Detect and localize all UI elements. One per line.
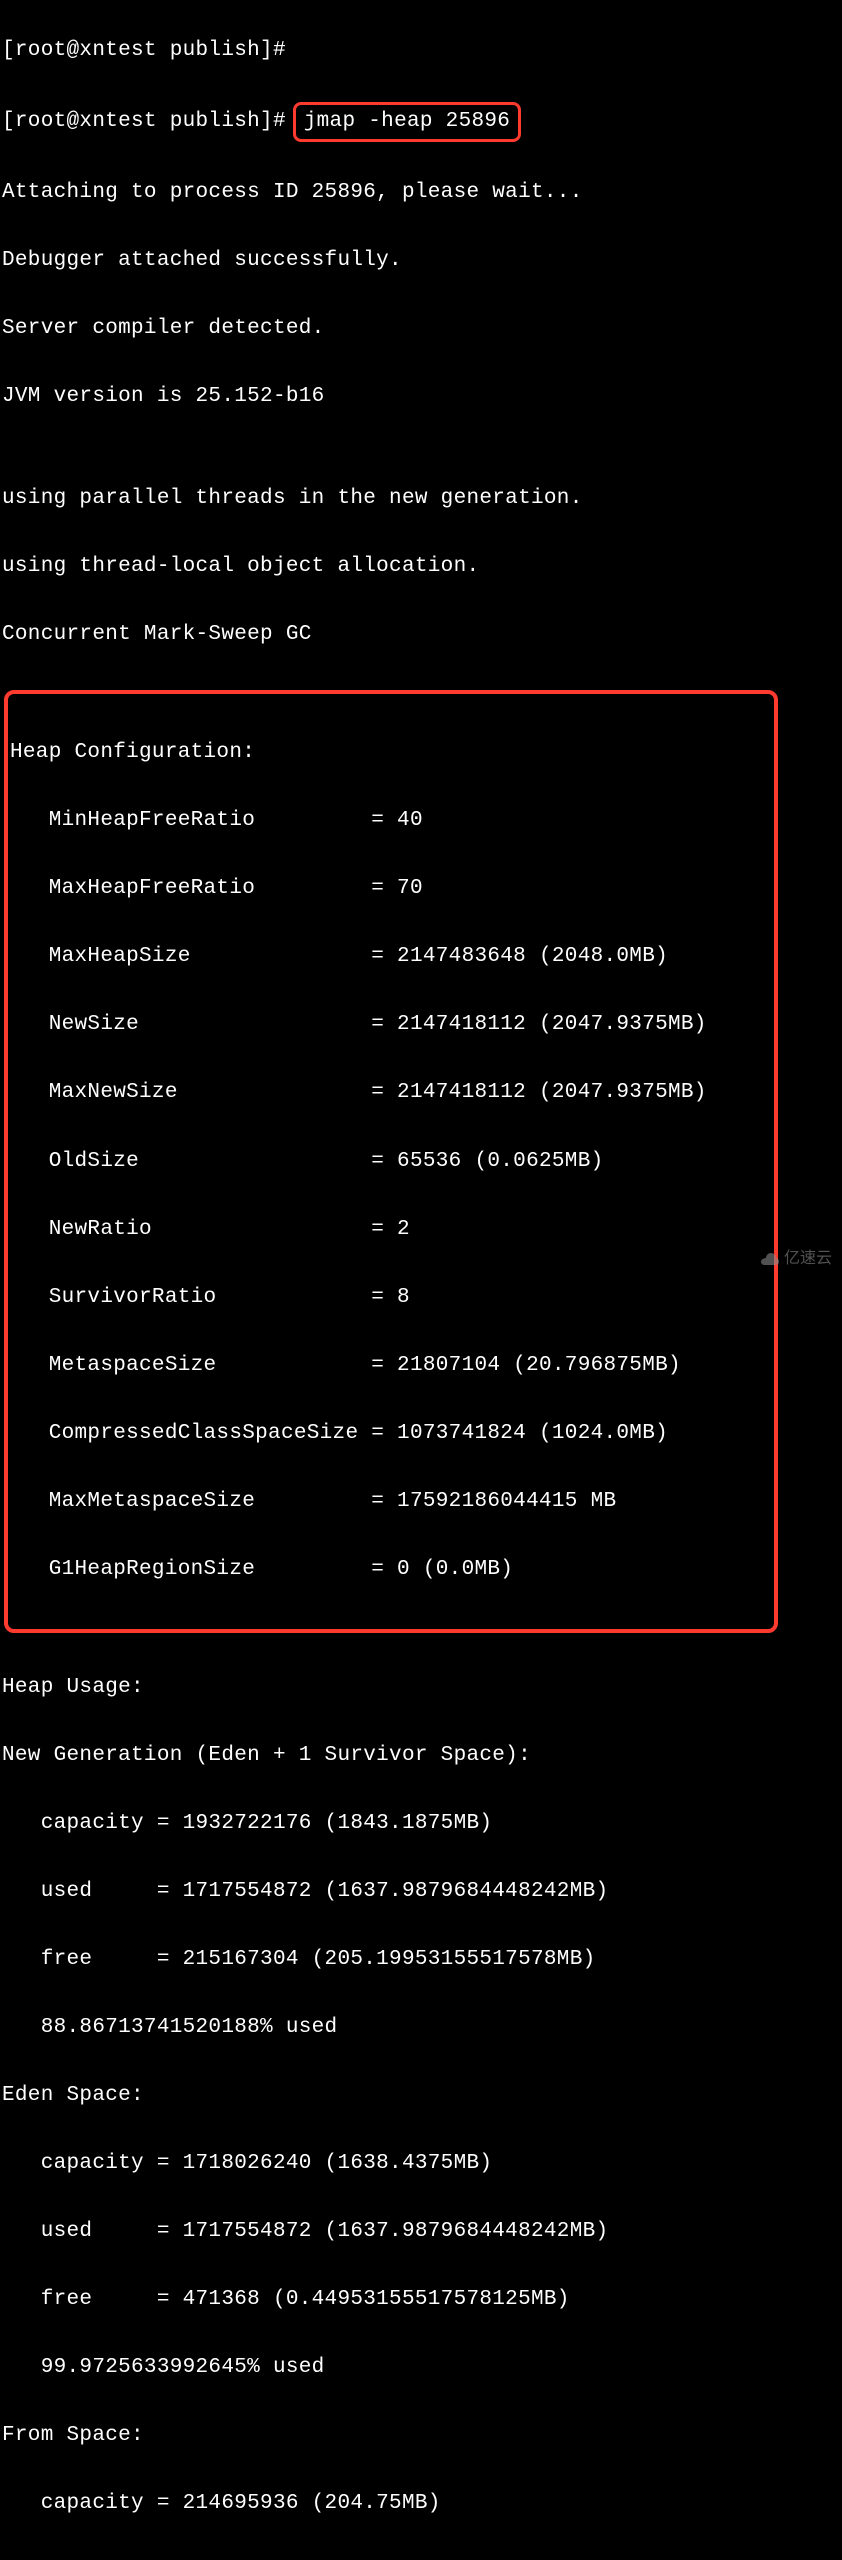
heap-usage-line: Heap Usage: [0,1671,842,1705]
heap-usage-line: capacity = 214695936 (204.75MB) [0,2487,842,2521]
prompt-text: [root@xntest publish]# [2,110,299,133]
terminal-output[interactable]: [root@xntest publish]# [root@xntest publ… [0,0,842,2560]
heap-config-row: G1HeapRegionSize = 0 (0.0MB) [8,1553,774,1587]
heap-usage-line: New Generation (Eden + 1 Survivor Space)… [0,1739,842,1773]
heap-config-row: CompressedClassSpaceSize = 1073741824 (1… [8,1417,774,1451]
heap-config-row: SurvivorRatio = 8 [8,1281,774,1315]
heap-config-title: Heap Configuration: [8,736,774,770]
heap-config-row: MetaspaceSize = 21807104 (20.796875MB) [8,1349,774,1383]
heap-usage-line: Eden Space: [0,2079,842,2113]
output-line: Concurrent Mark-Sweep GC [0,618,842,652]
heap-config-row: NewSize = 2147418112 (2047.9375MB) [8,1008,774,1042]
heap-usage-line: used = 1717554872 (1637.9879684448242MB) [0,2215,842,2249]
heap-usage-line: free = 215167304 (205.19953155517578MB) [0,1943,842,1977]
output-line: using thread-local object allocation. [0,550,842,584]
output-line: Server compiler detected. [0,312,842,346]
output-line: JVM version is 25.152-b16 [0,380,842,414]
command-highlight: jmap -heap 25896 [293,102,521,142]
heap-config-row: MaxMetaspaceSize = 17592186044415 MB [8,1485,774,1519]
heap-usage-line: 88.86713741520188% used [0,2011,842,2045]
heap-usage-line: 99.9725633992645% used [0,2351,842,2385]
heap-configuration-box: Heap Configuration: MinHeapFreeRatio = 4… [4,690,778,1632]
heap-config-row: MinHeapFreeRatio = 40 [8,804,774,838]
cloud-icon [760,1252,780,1266]
heap-usage-line: From Space: [0,2419,842,2453]
watermark: 亿速云 [760,1246,832,1272]
output-line: using parallel threads in the new genera… [0,482,842,516]
heap-config-row: MaxHeapSize = 2147483648 (2048.0MB) [8,940,774,974]
heap-config-row: OldSize = 65536 (0.0625MB) [8,1145,774,1179]
output-line: Attaching to process ID 25896, please wa… [0,176,842,210]
prompt-line-1: [root@xntest publish]# [0,34,842,68]
heap-config-row: MaxHeapFreeRatio = 70 [8,872,774,906]
heap-config-row: NewRatio = 2 [8,1213,774,1247]
prompt-line-2: [root@xntest publish]# jmap -heap 25896 [0,102,842,142]
heap-usage-line: capacity = 1718026240 (1638.4375MB) [0,2147,842,2181]
output-line: Debugger attached successfully. [0,244,842,278]
heap-config-row: MaxNewSize = 2147418112 (2047.9375MB) [8,1076,774,1110]
watermark-text: 亿速云 [784,1250,832,1267]
heap-usage-line: capacity = 1932722176 (1843.1875MB) [0,1807,842,1841]
heap-usage-line: used = 1717554872 (1637.9879684448242MB) [0,1875,842,1909]
heap-usage-line: free = 471368 (0.44953155517578125MB) [0,2283,842,2317]
